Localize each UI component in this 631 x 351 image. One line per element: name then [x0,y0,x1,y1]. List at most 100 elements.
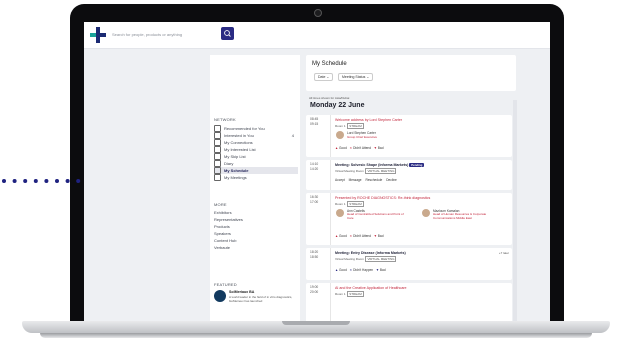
date-filter[interactable]: Date ⌄ [314,73,334,81]
search-input[interactable]: Search for people, products or anything [112,30,217,40]
nav-products[interactable]: Products [214,223,298,230]
pointer-dot [33,179,38,183]
featured-text: A world leader in the field of in vitro … [229,295,293,303]
heart-icon [214,132,221,140]
bad-button[interactable]: Bad [378,234,384,238]
event-card[interactable]: 14:10 14:20 Meeting: Solvesic Shape (Info… [306,160,512,190]
event-end: 18:50 [310,255,319,259]
cross-icon: ✕ [349,234,353,238]
bad-button[interactable]: Bad [378,146,384,150]
timezone-note: All times shown for Asia/Dubai [309,96,350,100]
divider [330,193,331,245]
bad-button[interactable]: Bad [380,268,386,272]
page-title: My Schedule [312,61,347,67]
nav-interested-in-you[interactable]: Interested in You 4 [214,132,298,140]
thumbs-up-icon: ▲ [335,268,339,272]
camera-icon [314,9,322,17]
nav-interested-list[interactable]: My Interested List [214,146,298,154]
event-stream[interactable]: STREAM [347,123,364,129]
network-list: Recommended for You Interested in You 4 M… [214,125,298,182]
nav-representatives[interactable]: Representatives [214,216,298,223]
event-end: 14:20 [310,167,319,171]
nav-content-hub[interactable]: Content Hub [214,237,298,244]
event-stream[interactable]: STREAM [347,201,364,207]
cross-icon: ✕ [349,146,353,150]
nav-speakers[interactable]: Speakers [214,230,298,237]
nav-my-meetings[interactable]: My Meetings [214,174,298,182]
day-heading: Monday 22 June [310,102,365,109]
reschedule-button[interactable]: Reschedule [365,178,382,182]
didnt-happen-button[interactable]: Didn't Happen [353,268,373,272]
app-screen: Search for people, products or anything … [84,22,550,321]
status-badge: Pending [409,163,425,167]
good-button[interactable]: Good [339,146,347,150]
pointer-dot [2,179,6,183]
thumbs-down-icon: ▼ [373,146,377,150]
event-end: 09:15 [310,122,319,126]
featured-title: FEATURED [214,282,237,287]
event-title[interactable]: Meeting: Entry Disease (Informa Markets) [335,251,406,255]
pointer-dot [23,179,28,183]
pointer-dot [55,179,59,183]
event-end: 17:00 [310,200,319,204]
pointer-dot [76,179,81,183]
event-title[interactable]: Presented by ROCHE DIAGNOSTICS: Re-think… [335,196,430,200]
event-title[interactable]: Meeting: Solvesic Shape (Informa Markets… [335,163,425,167]
more-list: Exhibitors Representatives Products Spea… [214,209,298,251]
event-stream[interactable]: STREAM [347,291,364,297]
event-room: Virtual Meeting Room [335,257,364,261]
schedule-header: My Schedule Date ⌄ Meeting Status ⌄ [306,55,516,91]
event-stream[interactable]: VIRTUAL MEETING [365,168,397,174]
didnt-attend-button[interactable]: Didn't Attend [353,146,371,150]
message-button[interactable]: Message [349,178,362,182]
event-stream[interactable]: VIRTUAL MEETING [365,256,397,262]
event-title[interactable]: AI and the Creative Application of Healt… [335,286,407,290]
divider [330,248,331,280]
event-end: 20:00 [310,290,319,294]
event-room: Room 1 [335,202,346,206]
thumbs-down-icon: ▼ [375,268,380,272]
search-icon [224,30,231,37]
pointer-dot [12,179,17,183]
laptop-shadow [40,333,592,338]
sidebar: NETWORK Recommended for You Interested i… [210,55,300,321]
plus-logo-icon[interactable] [90,27,106,43]
nav-my-schedule[interactable]: My Schedule [214,167,298,175]
pointer-dot [44,179,49,183]
event-card[interactable]: 18:20 18:50 Meeting: Entry Disease (Infor… [306,248,512,280]
nav-recommended[interactable]: Recommended for You [214,125,298,133]
speaker-role: Head of Centralized Solutions and Point … [347,212,404,220]
avatar [336,131,344,139]
event-room: Room 1 [335,124,346,128]
nav-exhibitors[interactable]: Exhibitors [214,209,298,216]
event-card[interactable]: 19:00 20:00 AI and the Creative Applicati… [306,283,512,321]
nav-skip-list[interactable]: My Skip List [214,153,298,161]
meeting-status-filter[interactable]: Meeting Status ⌄ [338,73,374,81]
good-button[interactable]: Good [339,268,347,272]
good-button[interactable]: Good [339,234,347,238]
event-card[interactable]: 16:30 17:00 Presented by ROCHE DIAGNOSTIC… [306,193,512,245]
event-title[interactable]: Welcome address by Lord Stephen Carter [335,118,402,122]
event-room: Room 1 [335,292,346,296]
nav-verbaute[interactable]: Verbaute [214,244,298,251]
divider [330,115,331,157]
scrollbar[interactable] [513,100,517,321]
laptop-notch [282,321,350,325]
nav-diary[interactable]: Diary [214,160,298,168]
meeting-icon [214,174,221,182]
search-button[interactable] [221,27,234,40]
avatar [336,209,344,217]
accept-button[interactable]: Accept [335,178,345,182]
speaker-role: Head of Human Resources & Corporate Comm… [433,212,487,220]
event-room: Virtual Meeting Room [335,169,364,173]
thumbs-down-icon: ▼ [373,234,377,238]
didnt-attend-button[interactable]: Didn't Attend [353,234,371,238]
nav-connections[interactable]: My Connections [214,139,298,147]
decline-button[interactable]: Decline [386,178,397,182]
event-side-note[interactable]: +7 later [499,251,509,255]
featured-logo [214,290,226,302]
divider [330,283,331,321]
thumbs-up-icon: ▲ [335,146,339,150]
more-title: MORE [214,202,227,207]
event-card[interactable]: 08:45 09:15 Welcome address by Lord Steph… [306,115,512,157]
